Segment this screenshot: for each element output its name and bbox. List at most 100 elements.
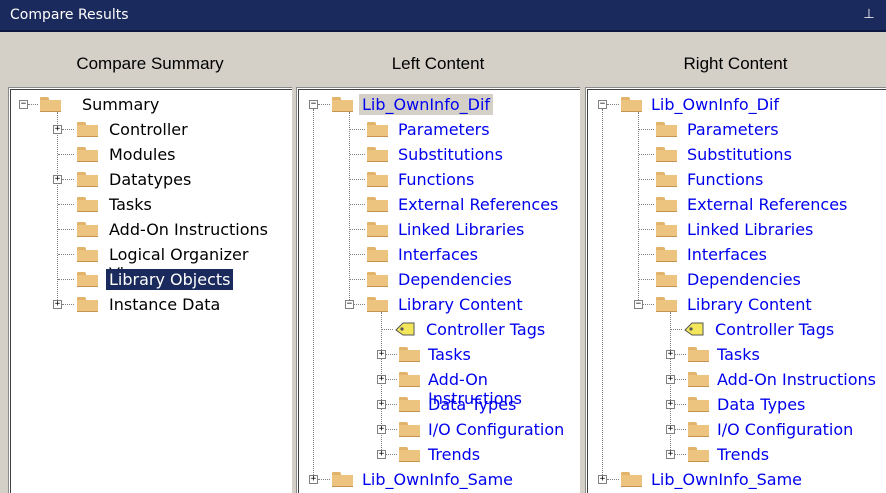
tree-root-second[interactable]: Lib_OwnInfo_Same bbox=[359, 469, 516, 490]
library-content[interactable]: Library Content bbox=[395, 294, 526, 315]
library-sub-item[interactable]: Trends bbox=[714, 444, 772, 465]
folder-icon bbox=[367, 147, 388, 162]
tree-root[interactable]: Lib_OwnInfo_Dif bbox=[648, 94, 782, 115]
folder-icon bbox=[77, 272, 98, 287]
summary-item[interactable]: Library Objects bbox=[106, 269, 234, 290]
library-sub-item[interactable]: I/O Configuration bbox=[425, 419, 567, 440]
library-sub-item[interactable]: Data Types bbox=[714, 394, 808, 415]
expand-toggle[interactable]: + bbox=[53, 300, 62, 309]
expand-toggle[interactable]: + bbox=[309, 475, 318, 484]
folder-icon bbox=[367, 122, 388, 137]
content-item[interactable]: Dependencies bbox=[684, 269, 804, 290]
folder-icon bbox=[399, 397, 420, 412]
folder-icon bbox=[621, 472, 642, 487]
expand-toggle[interactable]: + bbox=[666, 400, 675, 409]
collapse-toggle[interactable]: − bbox=[634, 300, 643, 309]
tree-root-second[interactable]: Lib_OwnInfo_Same bbox=[648, 469, 805, 490]
folder-icon bbox=[656, 197, 677, 212]
folder-icon bbox=[688, 372, 709, 387]
collapse-toggle[interactable]: − bbox=[309, 100, 318, 109]
library-sub-item[interactable]: Data Types bbox=[425, 394, 519, 415]
folder-icon bbox=[367, 297, 388, 312]
content-item[interactable]: Dependencies bbox=[395, 269, 515, 290]
folder-icon bbox=[77, 297, 98, 312]
summary-item[interactable]: Modules bbox=[106, 144, 179, 165]
folder-icon bbox=[688, 447, 709, 462]
folder-icon bbox=[399, 422, 420, 437]
controller-tags[interactable]: Controller Tags bbox=[423, 319, 548, 340]
pin-icon[interactable]: ⊥ bbox=[862, 6, 876, 24]
folder-icon bbox=[40, 97, 61, 112]
library-sub-item[interactable]: Tasks bbox=[714, 344, 763, 365]
right-column-header: Right Content bbox=[683, 54, 788, 73]
expand-toggle[interactable]: + bbox=[53, 125, 62, 134]
expand-toggle[interactable]: + bbox=[666, 425, 675, 434]
folder-icon bbox=[399, 447, 420, 462]
folder-icon bbox=[399, 372, 420, 387]
content-item[interactable]: Substitutions bbox=[684, 144, 795, 165]
folder-icon bbox=[77, 222, 98, 237]
content-item[interactable]: Parameters bbox=[395, 119, 493, 140]
summary-tree-panel[interactable]: − Summary + Controller Modules + Datatypes Task… bbox=[8, 87, 292, 493]
content-item[interactable]: Linked Libraries bbox=[395, 219, 527, 240]
folder-icon bbox=[656, 247, 677, 262]
summary-item[interactable]: Datatypes bbox=[106, 169, 194, 190]
folder-icon bbox=[367, 272, 388, 287]
content-item[interactable]: Functions bbox=[395, 169, 477, 190]
folder-icon bbox=[688, 347, 709, 362]
expand-toggle[interactable]: + bbox=[666, 450, 675, 459]
expand-toggle[interactable]: + bbox=[53, 175, 62, 184]
folder-icon bbox=[656, 222, 677, 237]
tree-root[interactable]: Lib_OwnInfo_Dif bbox=[359, 94, 494, 115]
summary-item[interactable]: Instance Data bbox=[106, 294, 223, 315]
content-item[interactable]: External References bbox=[684, 194, 850, 215]
library-sub-item[interactable]: Tasks bbox=[425, 344, 474, 365]
folder-icon bbox=[656, 172, 677, 187]
library-sub-item[interactable]: Add-On Instructions bbox=[714, 369, 879, 390]
tree-root-summary[interactable]: Summary bbox=[79, 94, 162, 115]
right-content-tree-panel[interactable]: − Lib_OwnInfo_Dif Parameters Substitutions F… bbox=[585, 87, 886, 493]
content-item[interactable]: Functions bbox=[684, 169, 766, 190]
folder-icon bbox=[367, 172, 388, 187]
folder-icon bbox=[77, 247, 98, 262]
summary-item[interactable]: Controller bbox=[106, 119, 191, 140]
folder-icon bbox=[367, 197, 388, 212]
folder-icon bbox=[656, 147, 677, 162]
expand-toggle[interactable]: + bbox=[666, 375, 675, 384]
content-item[interactable]: Linked Libraries bbox=[684, 219, 816, 240]
content-item[interactable]: Interfaces bbox=[395, 244, 481, 265]
content-item[interactable]: Substitutions bbox=[395, 144, 506, 165]
folder-icon bbox=[688, 422, 709, 437]
content-item[interactable]: Interfaces bbox=[684, 244, 770, 265]
content-item[interactable]: Parameters bbox=[684, 119, 782, 140]
collapse-toggle[interactable]: − bbox=[19, 100, 28, 109]
summary-item[interactable]: Add-On Instructions bbox=[106, 219, 271, 240]
expand-toggle[interactable]: + bbox=[598, 475, 607, 484]
folder-icon bbox=[77, 172, 98, 187]
folder-icon bbox=[77, 147, 98, 162]
expand-toggle[interactable]: + bbox=[377, 400, 386, 409]
collapse-toggle[interactable]: − bbox=[598, 100, 607, 109]
folder-icon bbox=[399, 347, 420, 362]
library-content[interactable]: Library Content bbox=[684, 294, 815, 315]
window-title-bar: Compare Results ⊥ bbox=[0, 0, 886, 32]
folder-icon bbox=[688, 397, 709, 412]
summary-column-header: Compare Summary bbox=[76, 54, 224, 73]
controller-tags[interactable]: Controller Tags bbox=[712, 319, 837, 340]
folder-icon bbox=[367, 222, 388, 237]
expand-toggle[interactable]: + bbox=[377, 425, 386, 434]
collapse-toggle[interactable]: − bbox=[345, 300, 354, 309]
summary-item[interactable]: Tasks bbox=[106, 194, 155, 215]
library-sub-item[interactable]: Trends bbox=[425, 444, 483, 465]
library-sub-item[interactable]: I/O Configuration bbox=[714, 419, 856, 440]
left-content-tree-panel[interactable]: − Lib_OwnInfo_Dif Parameters Substitutions F… bbox=[296, 87, 580, 493]
folder-icon bbox=[656, 272, 677, 287]
tag-icon bbox=[395, 322, 415, 336]
tag-icon bbox=[684, 322, 704, 336]
expand-toggle[interactable]: + bbox=[377, 450, 386, 459]
folder-icon bbox=[332, 97, 353, 112]
expand-toggle[interactable]: + bbox=[666, 350, 675, 359]
expand-toggle[interactable]: + bbox=[377, 350, 386, 359]
expand-toggle[interactable]: + bbox=[377, 375, 386, 384]
content-item[interactable]: External References bbox=[395, 194, 561, 215]
